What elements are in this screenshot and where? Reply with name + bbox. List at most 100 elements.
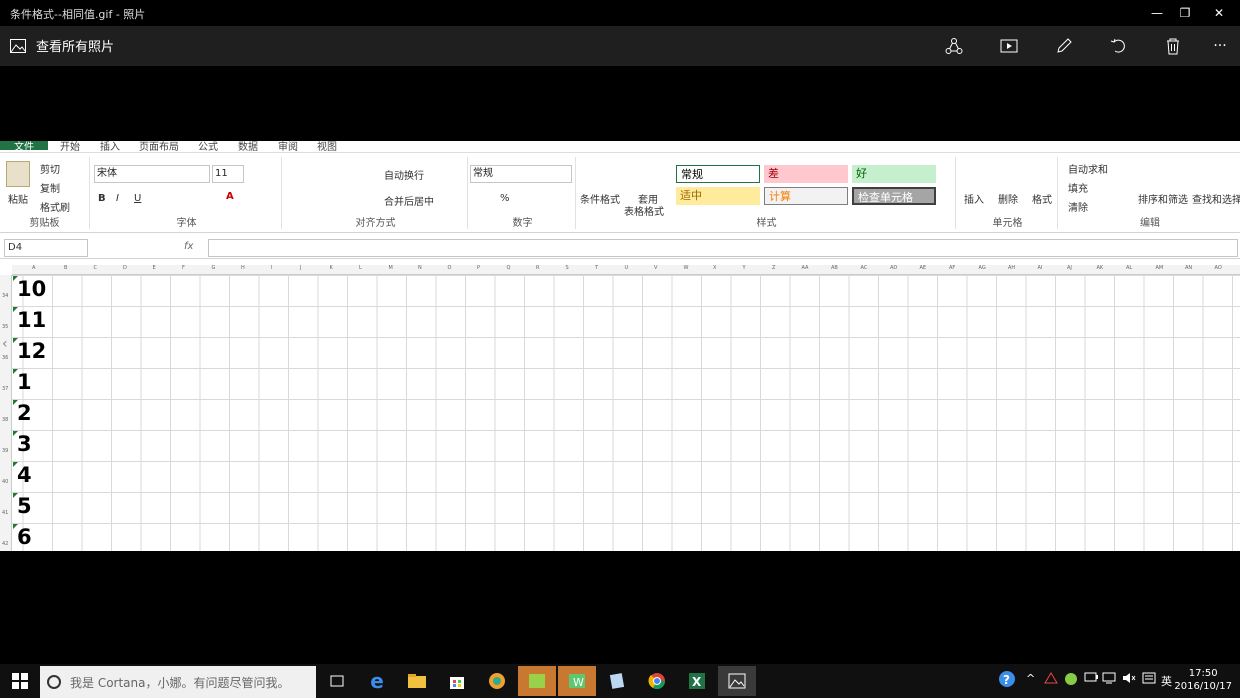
styles-group-label: 样式 bbox=[756, 218, 777, 229]
tab-formulas: 公式 bbox=[198, 142, 218, 153]
column-header[interactable]: I bbox=[271, 265, 272, 271]
app-icon-2[interactable]: W bbox=[558, 666, 596, 696]
row-header[interactable]: 35 bbox=[2, 324, 8, 330]
column-header[interactable]: L bbox=[359, 265, 362, 271]
column-header[interactable]: AM bbox=[1156, 265, 1164, 271]
app-icon-1[interactable] bbox=[518, 666, 556, 696]
network-icon[interactable] bbox=[1102, 672, 1116, 687]
column-header[interactable]: T bbox=[595, 265, 598, 271]
battery-icon[interactable] bbox=[1084, 672, 1098, 685]
cell-value[interactable]: 10 bbox=[17, 277, 46, 301]
column-header[interactable]: AD bbox=[890, 265, 897, 271]
column-header[interactable]: AL bbox=[1126, 265, 1132, 271]
column-header[interactable]: G bbox=[212, 265, 216, 271]
cell-value[interactable]: 5 bbox=[17, 494, 32, 518]
photos-app-icon[interactable] bbox=[718, 666, 756, 696]
cell-value[interactable]: 4 bbox=[17, 463, 32, 487]
chrome-icon[interactable] bbox=[638, 666, 676, 696]
column-header[interactable]: K bbox=[330, 265, 333, 271]
column-header[interactable]: AJ bbox=[1067, 265, 1072, 271]
cell-value[interactable]: 2 bbox=[17, 401, 32, 425]
cell-value[interactable]: 12 bbox=[17, 339, 46, 363]
edge-browser-icon[interactable]: e bbox=[358, 666, 396, 696]
column-header[interactable]: C bbox=[94, 265, 98, 271]
view-all-photos-button[interactable]: 查看所有照片 bbox=[10, 36, 114, 55]
column-header[interactable]: B bbox=[64, 265, 67, 271]
column-header[interactable]: W bbox=[684, 265, 689, 271]
column-header[interactable]: AI bbox=[1038, 265, 1043, 271]
column-header[interactable]: AA bbox=[802, 265, 809, 271]
column-header[interactable]: AK bbox=[1097, 265, 1104, 271]
column-header[interactable]: O bbox=[448, 265, 452, 271]
store-icon[interactable] bbox=[438, 666, 476, 696]
tray-green-icon[interactable] bbox=[1064, 672, 1078, 689]
previous-photo-arrow-icon[interactable]: ‹ bbox=[2, 336, 8, 352]
cell-value[interactable]: 1 bbox=[17, 370, 32, 394]
column-header[interactable]: A bbox=[32, 265, 35, 271]
column-header[interactable]: Y bbox=[743, 265, 746, 271]
column-header[interactable]: J bbox=[300, 265, 301, 271]
row-header[interactable]: 34 bbox=[2, 293, 8, 299]
taskbar-clock[interactable]: 17:50 2016/10/17 bbox=[1174, 667, 1232, 693]
row-header[interactable]: 42 bbox=[2, 541, 8, 547]
notification-icon[interactable] bbox=[1142, 672, 1156, 687]
column-header[interactable]: M bbox=[389, 265, 393, 271]
column-header[interactable]: U bbox=[625, 265, 629, 271]
column-header[interactable]: S bbox=[566, 265, 569, 271]
column-header[interactable]: E bbox=[153, 265, 156, 271]
column-header[interactable]: X bbox=[713, 265, 716, 271]
photo-icon bbox=[10, 38, 26, 53]
file-explorer-icon[interactable] bbox=[398, 666, 436, 696]
cell-value[interactable]: 11 bbox=[17, 308, 46, 332]
cortana-search-box[interactable]: 我是 Cortana，小娜。有问题尽管问我。 bbox=[40, 666, 316, 698]
row-header[interactable]: 37 bbox=[2, 386, 8, 392]
column-header[interactable]: AN bbox=[1185, 265, 1192, 271]
excel-icon[interactable]: X bbox=[678, 666, 716, 696]
row-header[interactable]: 39 bbox=[2, 448, 8, 454]
column-header[interactable]: AB bbox=[831, 265, 838, 271]
cell-value[interactable]: 3 bbox=[17, 432, 32, 456]
ime-indicator[interactable]: 英 bbox=[1161, 673, 1172, 689]
clipboard-group: 粘贴 剪切 复制 格式刷 剪贴板 bbox=[0, 157, 90, 229]
share-icon[interactable] bbox=[942, 34, 966, 58]
tray-app-icon[interactable] bbox=[1044, 672, 1058, 687]
column-header[interactable]: F bbox=[182, 265, 185, 271]
slideshow-icon[interactable] bbox=[997, 34, 1021, 58]
column-header[interactable]: N bbox=[418, 265, 422, 271]
cell-value[interactable]: 6 bbox=[17, 525, 32, 549]
title-bar: 条件格式--相同值.gif - 照片 — ❐ ✕ bbox=[0, 0, 1240, 26]
delete-trash-icon[interactable] bbox=[1161, 34, 1185, 58]
start-button[interactable] bbox=[0, 664, 40, 698]
volume-icon[interactable] bbox=[1122, 672, 1136, 687]
column-header[interactable]: AF bbox=[949, 265, 955, 271]
row-header[interactable]: 41 bbox=[2, 510, 8, 516]
column-header[interactable]: AH bbox=[1008, 265, 1015, 271]
column-header[interactable]: Z bbox=[772, 265, 775, 271]
cut-label: 剪切 bbox=[40, 165, 60, 176]
row-header[interactable]: 38 bbox=[2, 417, 8, 423]
column-header[interactable]: AO bbox=[1215, 265, 1222, 271]
fill-label: 填充 bbox=[1068, 184, 1088, 195]
row-header[interactable]: 40 bbox=[2, 479, 8, 485]
column-header[interactable]: R bbox=[536, 265, 539, 271]
column-header[interactable]: D bbox=[123, 265, 127, 271]
notes-app-icon[interactable] bbox=[598, 666, 636, 696]
format-label: 格式 bbox=[1032, 195, 1052, 206]
rotate-icon[interactable] bbox=[1107, 34, 1131, 58]
row-header[interactable]: 36 bbox=[2, 355, 8, 361]
task-view-icon[interactable] bbox=[318, 666, 356, 696]
browser-icon[interactable] bbox=[478, 666, 516, 696]
column-header[interactable]: H bbox=[241, 265, 245, 271]
column-header[interactable]: V bbox=[654, 265, 657, 271]
tab-page-layout: 页面布局 bbox=[139, 142, 179, 153]
column-header[interactable]: Q bbox=[507, 265, 511, 271]
column-header[interactable]: AC bbox=[861, 265, 868, 271]
edit-pencil-icon[interactable] bbox=[1052, 34, 1076, 58]
help-icon[interactable]: ? bbox=[998, 670, 1016, 691]
column-header[interactable]: AG bbox=[979, 265, 986, 271]
show-hidden-icons-icon[interactable]: ^ bbox=[1026, 672, 1035, 685]
more-options-icon[interactable]: ··· bbox=[1208, 34, 1232, 58]
column-header[interactable]: P bbox=[477, 265, 480, 271]
column-header[interactable]: AE bbox=[920, 265, 927, 271]
close-button[interactable]: ✕ bbox=[1196, 0, 1240, 26]
